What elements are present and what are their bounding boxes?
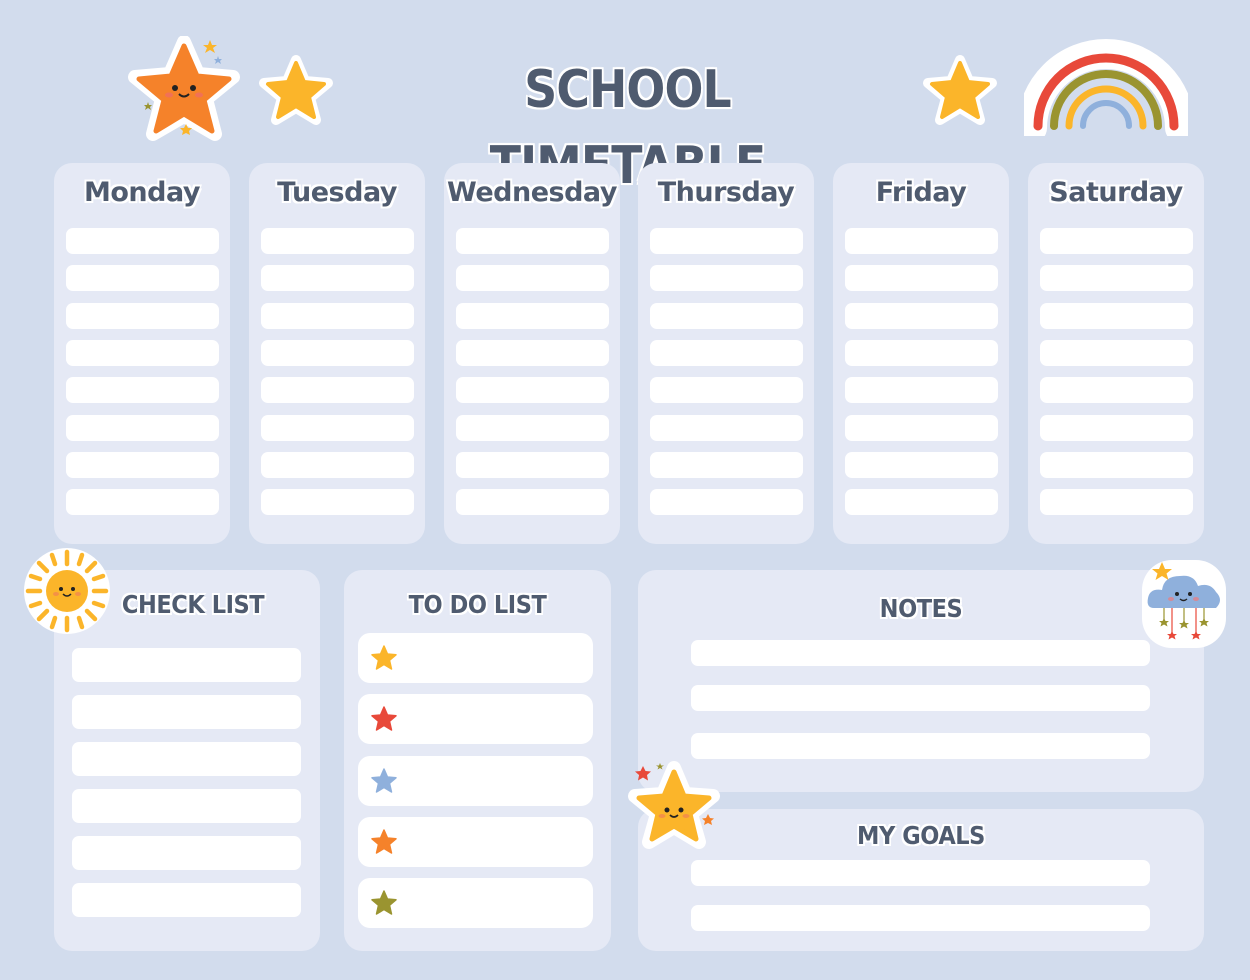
time-slot[interactable] bbox=[1040, 303, 1193, 329]
star-icon bbox=[371, 829, 397, 854]
notes-line[interactable] bbox=[691, 685, 1150, 711]
time-slot[interactable] bbox=[650, 415, 803, 441]
time-slot[interactable] bbox=[1040, 415, 1193, 441]
time-slot[interactable] bbox=[845, 377, 998, 403]
time-slot[interactable] bbox=[845, 340, 998, 366]
time-slot[interactable] bbox=[845, 489, 998, 515]
time-slot[interactable] bbox=[456, 265, 609, 291]
time-slot[interactable] bbox=[66, 303, 219, 329]
day-name: Thursday bbox=[657, 177, 795, 208]
time-slot[interactable] bbox=[650, 489, 803, 515]
goals-line[interactable] bbox=[691, 905, 1150, 931]
time-slot[interactable] bbox=[261, 303, 414, 329]
time-slot[interactable] bbox=[261, 228, 414, 254]
time-slot[interactable] bbox=[66, 415, 219, 441]
cloud-face-icon bbox=[1140, 556, 1228, 650]
time-slot[interactable] bbox=[456, 228, 609, 254]
time-slot[interactable] bbox=[261, 452, 414, 478]
time-slot[interactable] bbox=[650, 303, 803, 329]
todo-title: TO DO LIST bbox=[408, 590, 547, 619]
goals-panel: MY GOALS bbox=[638, 809, 1204, 951]
todo-item[interactable] bbox=[358, 878, 593, 928]
todo-item[interactable] bbox=[358, 633, 593, 683]
star-icon bbox=[371, 645, 397, 670]
todo-item[interactable] bbox=[358, 817, 593, 867]
notes-line[interactable] bbox=[691, 640, 1150, 666]
time-slot[interactable] bbox=[66, 340, 219, 366]
time-slot[interactable] bbox=[456, 340, 609, 366]
notes-panel: NOTES bbox=[638, 570, 1204, 792]
day-name: Monday bbox=[84, 177, 200, 208]
checklist-item[interactable] bbox=[72, 648, 301, 682]
day-column-thursday: Thursday bbox=[638, 163, 814, 544]
sun-face-icon bbox=[22, 546, 112, 636]
day-column-friday: Friday bbox=[833, 163, 1009, 544]
time-slot[interactable] bbox=[66, 452, 219, 478]
time-slot[interactable] bbox=[456, 452, 609, 478]
checklist-item[interactable] bbox=[72, 883, 301, 917]
day-column-saturday: Saturday bbox=[1028, 163, 1204, 544]
notes-title: NOTES bbox=[879, 594, 963, 623]
day-column-monday: Monday bbox=[54, 163, 230, 544]
time-slot[interactable] bbox=[66, 377, 219, 403]
todo-item[interactable] bbox=[358, 694, 593, 744]
time-slot[interactable] bbox=[845, 452, 998, 478]
todo-panel: TO DO LIST bbox=[344, 570, 611, 951]
rainbow-icon bbox=[1024, 38, 1188, 136]
time-slot[interactable] bbox=[1040, 377, 1193, 403]
time-slot[interactable] bbox=[261, 340, 414, 366]
time-slot[interactable] bbox=[1040, 340, 1193, 366]
time-slot[interactable] bbox=[1040, 489, 1193, 515]
time-slot[interactable] bbox=[650, 377, 803, 403]
time-slot[interactable] bbox=[456, 377, 609, 403]
notes-line[interactable] bbox=[691, 733, 1150, 759]
checklist-item[interactable] bbox=[72, 742, 301, 776]
time-slot[interactable] bbox=[1040, 228, 1193, 254]
star-icon bbox=[371, 768, 397, 793]
time-slot[interactable] bbox=[66, 228, 219, 254]
yellow-star-icon bbox=[922, 54, 998, 126]
checklist-title: CHECK LIST bbox=[121, 590, 265, 619]
checklist-item[interactable] bbox=[72, 836, 301, 870]
time-slot[interactable] bbox=[845, 228, 998, 254]
yellow-star-face-icon bbox=[624, 758, 720, 850]
day-column-tuesday: Tuesday bbox=[249, 163, 425, 544]
star-icon bbox=[371, 890, 397, 915]
time-slot[interactable] bbox=[261, 415, 414, 441]
time-slot[interactable] bbox=[261, 489, 414, 515]
time-slot[interactable] bbox=[456, 489, 609, 515]
orange-star-face-icon bbox=[128, 36, 240, 146]
time-slot[interactable] bbox=[261, 265, 414, 291]
time-slot[interactable] bbox=[845, 415, 998, 441]
time-slot[interactable] bbox=[1040, 452, 1193, 478]
goals-line[interactable] bbox=[691, 860, 1150, 886]
goals-title: MY GOALS bbox=[857, 821, 985, 850]
day-name: Wednesday bbox=[447, 177, 617, 208]
time-slot[interactable] bbox=[261, 377, 414, 403]
time-slot[interactable] bbox=[1040, 265, 1193, 291]
day-column-wednesday: Wednesday bbox=[444, 163, 620, 544]
time-slot[interactable] bbox=[845, 303, 998, 329]
yellow-star-icon bbox=[258, 54, 334, 126]
day-name: Tuesday bbox=[277, 177, 397, 208]
time-slot[interactable] bbox=[456, 303, 609, 329]
time-slot[interactable] bbox=[650, 265, 803, 291]
time-slot[interactable] bbox=[66, 265, 219, 291]
time-slot[interactable] bbox=[650, 340, 803, 366]
time-slot[interactable] bbox=[650, 228, 803, 254]
time-slot[interactable] bbox=[66, 489, 219, 515]
page-title: SCHOOL TIMETABLE bbox=[489, 60, 766, 196]
time-slot[interactable] bbox=[456, 415, 609, 441]
time-slot[interactable] bbox=[845, 265, 998, 291]
star-icon bbox=[371, 706, 397, 731]
day-name: Friday bbox=[875, 177, 967, 208]
checklist-item[interactable] bbox=[72, 695, 301, 729]
checklist-item[interactable] bbox=[72, 789, 301, 823]
day-name: Saturday bbox=[1049, 177, 1183, 208]
time-slot[interactable] bbox=[650, 452, 803, 478]
todo-item[interactable] bbox=[358, 756, 593, 806]
